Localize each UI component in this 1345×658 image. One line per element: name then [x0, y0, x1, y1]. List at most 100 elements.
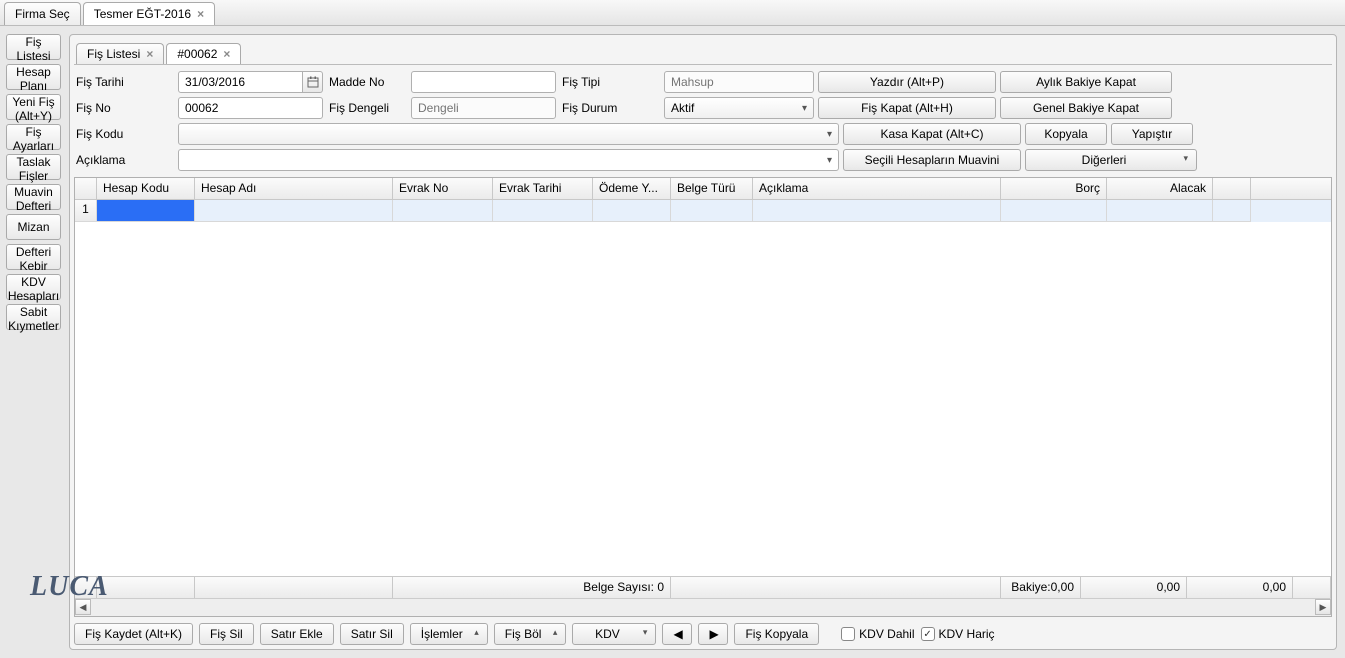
- fis-kodu-select[interactable]: [178, 123, 839, 145]
- cell-hesap-adi[interactable]: [195, 200, 393, 222]
- checkbox-icon: ✓: [921, 627, 935, 641]
- side-muavin-defteri[interactable]: Muavin Defteri: [6, 184, 61, 210]
- col-odeme-y[interactable]: Ödeme Y...: [593, 178, 671, 199]
- cell-evrak-no[interactable]: [393, 200, 493, 222]
- label-fis-no: Fiş No: [74, 101, 174, 115]
- label-madde-no: Madde No: [327, 75, 407, 89]
- side-fis-ayarlari[interactable]: Fiş Ayarları: [6, 124, 61, 150]
- genel-bakiye-kapat-button[interactable]: Genel Bakiye Kapat: [1000, 97, 1172, 119]
- label-aciklama: Açıklama: [74, 153, 174, 167]
- cell-evrak-tarihi[interactable]: [493, 200, 593, 222]
- checkbox-label: KDV Dahil: [859, 627, 914, 641]
- yapistir-button[interactable]: Yapıştır: [1111, 123, 1193, 145]
- cell-odeme-y[interactable]: [593, 200, 671, 222]
- cell-borc[interactable]: [1001, 200, 1107, 222]
- footer-belge-sayisi: Belge Sayısı: 0: [393, 577, 671, 598]
- side-defteri-kebir[interactable]: Defteri Kebir: [6, 244, 61, 270]
- label-fis-tarihi: Fiş Tarihi: [74, 75, 174, 89]
- yazdir-button[interactable]: Yazdır (Alt+P): [818, 71, 996, 93]
- aciklama-input[interactable]: [178, 149, 839, 171]
- table-row[interactable]: 1: [75, 200, 1331, 222]
- fis-sil-button[interactable]: Fiş Sil: [199, 623, 254, 645]
- luca-logo: LUCA: [30, 571, 109, 603]
- side-fis-listesi[interactable]: Fiş Listesi: [6, 34, 61, 60]
- cell-alacak[interactable]: [1107, 200, 1213, 222]
- fis-durum-select[interactable]: Aktif: [664, 97, 814, 119]
- fis-tipi-input: [664, 71, 814, 93]
- label-fis-dengeli: Fiş Dengeli: [327, 101, 407, 115]
- col-extra[interactable]: [1213, 178, 1251, 199]
- tab-label: Firma Seç: [15, 7, 70, 21]
- secili-muavin-button[interactable]: Seçili Hesapların Muavini: [843, 149, 1021, 171]
- col-evrak-tarihi[interactable]: Evrak Tarihi: [493, 178, 593, 199]
- close-icon[interactable]: ×: [223, 47, 230, 61]
- inner-tab-fis-listesi[interactable]: Fiş Listesi ×: [76, 43, 164, 64]
- fis-kapat-button[interactable]: Fiş Kapat (Alt+H): [818, 97, 996, 119]
- fis-bol-button[interactable]: Fiş Böl: [494, 623, 567, 645]
- col-evrak-no[interactable]: Evrak No: [393, 178, 493, 199]
- cell-aciklama[interactable]: [753, 200, 1001, 222]
- fis-no-input[interactable]: [178, 97, 323, 119]
- cell-extra[interactable]: [1213, 200, 1251, 222]
- sidebar: Fiş Listesi Hesap Planı Listesi Yeni Fiş…: [0, 26, 67, 658]
- footer-borc: 0,00: [1081, 577, 1187, 598]
- kdv-button[interactable]: KDV: [572, 623, 656, 645]
- satir-sil-button[interactable]: Satır Sil: [340, 623, 404, 645]
- satir-ekle-button[interactable]: Satır Ekle: [260, 623, 334, 645]
- next-button[interactable]: ▶: [698, 623, 728, 645]
- kdv-dahil-checkbox[interactable]: KDV Dahil: [841, 627, 914, 641]
- cell-belge-turu[interactable]: [671, 200, 753, 222]
- kasa-kapat-button[interactable]: Kasa Kapat (Alt+C): [843, 123, 1021, 145]
- grid-body[interactable]: 1: [75, 200, 1331, 576]
- grid-header: Hesap Kodu Hesap Adı Evrak No Evrak Tari…: [75, 178, 1331, 200]
- madde-no-input[interactable]: [411, 71, 556, 93]
- inner-tab-fis[interactable]: #00062 ×: [166, 43, 241, 64]
- footer-alacak: 0,00: [1187, 577, 1293, 598]
- scroll-right-icon[interactable]: ▶: [1315, 599, 1331, 615]
- col-aciklama[interactable]: Açıklama: [753, 178, 1001, 199]
- tab-firma-sec[interactable]: Firma Seç: [4, 2, 81, 25]
- side-sabit-kiymetler[interactable]: Sabit Kıymetler: [6, 304, 61, 330]
- tab-label: #00062: [177, 47, 217, 61]
- aylik-bakiye-kapat-button[interactable]: Aylık Bakiye Kapat: [1000, 71, 1172, 93]
- prev-button[interactable]: ◀: [662, 623, 692, 645]
- kopyala-button[interactable]: Kopyala: [1025, 123, 1107, 145]
- top-tab-strip: Firma Seç Tesmer EĞT-2016 ×: [0, 0, 1345, 26]
- fis-kaydet-button[interactable]: Fiş Kaydet (Alt+K): [74, 623, 193, 645]
- col-belge-turu[interactable]: Belge Türü: [671, 178, 753, 199]
- side-yeni-fis[interactable]: Yeni Fiş (Alt+Y): [6, 94, 61, 120]
- bottom-toolbar: Fiş Kaydet (Alt+K) Fiş Sil Satır Ekle Sa…: [74, 617, 1332, 645]
- label-fis-kodu: Fiş Kodu: [74, 127, 174, 141]
- content: Fiş Listesi × #00062 × Fiş Tarihi: [67, 26, 1345, 658]
- fis-tarihi-input[interactable]: [178, 71, 303, 93]
- fis-kopyala-button[interactable]: Fiş Kopyala: [734, 623, 819, 645]
- form-area: Fiş Tarihi Madde No Fiş Tipi Yazdır (Alt…: [74, 71, 1332, 171]
- tab-tesmer[interactable]: Tesmer EĞT-2016 ×: [83, 2, 215, 25]
- panel: Fiş Listesi × #00062 × Fiş Tarihi: [69, 34, 1337, 650]
- cell-hesap-kodu[interactable]: [97, 200, 195, 222]
- col-alacak[interactable]: Alacak: [1107, 178, 1213, 199]
- close-icon[interactable]: ×: [146, 47, 153, 61]
- select-value: Aktif: [671, 101, 694, 115]
- tab-label: Tesmer EĞT-2016: [94, 7, 191, 21]
- checkbox-label: KDV Hariç: [939, 627, 995, 641]
- side-hesap-plani[interactable]: Hesap Planı Listesi: [6, 64, 61, 90]
- islemler-button[interactable]: İşlemler: [410, 623, 488, 645]
- kdv-haric-checkbox[interactable]: ✓ KDV Hariç: [921, 627, 995, 641]
- grid-footer: Belge Sayısı: 0 Bakiye:0,00 0,00 0,00: [75, 576, 1331, 598]
- col-hesap-kodu[interactable]: Hesap Kodu: [97, 178, 195, 199]
- footer-bakiye: Bakiye:0,00: [1001, 577, 1081, 598]
- close-icon[interactable]: ×: [197, 7, 204, 21]
- col-hesap-adi[interactable]: Hesap Adı: [195, 178, 393, 199]
- horizontal-scrollbar[interactable]: ◀ ▶: [75, 598, 1331, 616]
- col-borc[interactable]: Borç: [1001, 178, 1107, 199]
- side-taslak-fisler[interactable]: Taslak Fişler: [6, 154, 61, 180]
- col-rownum[interactable]: [75, 178, 97, 199]
- side-mizan[interactable]: Mizan: [6, 214, 61, 240]
- label-fis-durum: Fiş Durum: [560, 101, 660, 115]
- side-kdv-hesaplari[interactable]: KDV Hesapları: [6, 274, 61, 300]
- calendar-icon[interactable]: [303, 71, 323, 93]
- digerleri-button[interactable]: Diğerleri: [1025, 149, 1197, 171]
- fis-dengeli-input: [411, 97, 556, 119]
- label-fis-tipi: Fiş Tipi: [560, 75, 660, 89]
